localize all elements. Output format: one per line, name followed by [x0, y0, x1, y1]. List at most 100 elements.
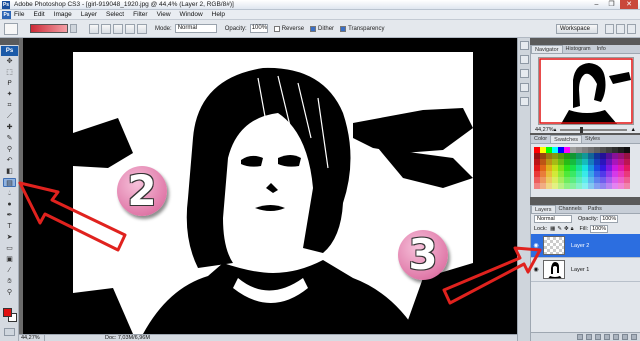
healing-brush-tool-icon[interactable]: ✚ — [3, 123, 16, 132]
path-selection-tool-icon[interactable]: ➤ — [3, 233, 16, 242]
navigator-zoom-row: 44,27% ▴ ▲ — [531, 125, 640, 135]
gradient-dropdown-icon[interactable] — [70, 24, 77, 33]
menu-select[interactable]: Select — [106, 11, 124, 18]
layer-row-layer-2[interactable]: ◉ Layer 2 — [531, 234, 640, 258]
diamond-gradient-icon[interactable] — [137, 23, 147, 34]
angle-gradient-icon[interactable] — [113, 23, 123, 34]
crop-tool-icon[interactable]: ⌗ — [3, 101, 16, 110]
document-canvas[interactable] — [23, 38, 518, 334]
zoom-in-icon[interactable]: ▲ — [631, 127, 636, 133]
actions-panel-icon[interactable] — [520, 55, 529, 64]
menu-filter[interactable]: Filter — [133, 11, 147, 18]
brush-tool-icon[interactable]: ✎ — [3, 134, 16, 143]
reverse-checkbox[interactable] — [273, 25, 280, 32]
layer-row-layer-1[interactable]: ◉ Layer 1 — [531, 258, 640, 282]
marquee-tool-icon[interactable]: ⬚ — [3, 68, 16, 77]
menu-file[interactable]: File — [14, 11, 24, 18]
blend-mode-select[interactable]: Normal — [534, 215, 572, 223]
menu-help[interactable]: Help — [212, 11, 225, 18]
tab-channels[interactable]: Channels — [556, 205, 585, 213]
zoom-tool-icon[interactable]: ⚲ — [3, 288, 16, 297]
type-tool-icon[interactable]: T — [3, 222, 16, 231]
foreground-color-swatch[interactable] — [3, 308, 12, 317]
quick-mask-button[interactable] — [4, 328, 15, 336]
link-layers-icon[interactable] — [577, 334, 583, 340]
menu-window[interactable]: Window — [180, 11, 203, 18]
layer-comps-icon[interactable] — [627, 24, 636, 34]
gradient-tool-icon[interactable]: ▤ — [3, 178, 16, 187]
menu-edit[interactable]: Edit — [33, 11, 44, 18]
dodge-tool-icon[interactable]: ● — [3, 200, 16, 209]
workspace-button[interactable]: Workspace — [556, 24, 598, 34]
tab-paths[interactable]: Paths — [585, 205, 605, 213]
ps-menu-icon[interactable]: Ps — [2, 10, 11, 19]
menu-view[interactable]: View — [157, 11, 171, 18]
eye-icon[interactable]: ◉ — [531, 266, 541, 273]
tab-histogram[interactable]: Histogram — [563, 45, 594, 53]
slice-tool-icon[interactable]: ⟋ — [3, 112, 16, 121]
layers-opacity-input[interactable]: 100% — [600, 215, 619, 223]
tab-navigator[interactable]: Navigator — [531, 45, 563, 53]
history-panel-icon[interactable] — [520, 41, 529, 50]
new-layer-icon[interactable] — [622, 334, 628, 340]
fill-input[interactable]: 100% — [590, 225, 609, 233]
blur-tool-icon[interactable]: 💧︎ — [3, 189, 16, 198]
layer-name[interactable]: Layer 1 — [571, 267, 589, 273]
swatch-cell[interactable] — [624, 183, 630, 189]
layer-mask-icon[interactable] — [595, 334, 601, 340]
eye-icon[interactable]: ◉ — [531, 242, 541, 249]
color-swatches[interactable] — [3, 308, 17, 322]
restore-button[interactable]: ❐ — [605, 0, 618, 9]
history-brush-tool-icon[interactable]: ↶ — [3, 156, 16, 165]
tab-styles[interactable]: Styles — [582, 135, 603, 143]
move-tool-icon[interactable]: ✥ — [3, 57, 16, 66]
menu-layer[interactable]: Layer — [81, 11, 97, 18]
adjustment-layer-icon[interactable] — [604, 334, 610, 340]
pen-tool-icon[interactable]: ✒ — [3, 211, 16, 220]
notes-tool-icon[interactable]: ▣ — [3, 255, 16, 264]
layer-name[interactable]: Layer 2 — [571, 243, 589, 249]
zoom-out-icon[interactable]: ▴ — [554, 127, 557, 133]
tab-color[interactable]: Color — [531, 135, 550, 143]
tab-layers[interactable]: Layers — [531, 205, 556, 213]
swatch-grid[interactable] — [531, 144, 640, 192]
clone-stamp-tool-icon[interactable]: ⚲ — [3, 145, 16, 154]
eraser-tool-icon[interactable]: ◧ — [3, 167, 16, 176]
close-button[interactable]: ✕ — [620, 0, 638, 9]
linear-gradient-icon[interactable] — [89, 23, 99, 34]
brushes-panel-icon[interactable] — [605, 24, 614, 34]
gradient-picker[interactable] — [30, 24, 68, 33]
lock-all-icon[interactable]: 🔒︎ — [571, 226, 574, 233]
reflected-gradient-icon[interactable] — [125, 23, 135, 34]
mode-select[interactable]: Normal — [174, 24, 217, 33]
lock-transparency-icon[interactable]: ▦ — [550, 226, 555, 232]
minimize-button[interactable]: – — [590, 0, 603, 9]
menu-image[interactable]: Image — [54, 11, 72, 18]
tool-presets-icon[interactable] — [616, 24, 625, 34]
radial-gradient-icon[interactable] — [101, 23, 111, 34]
magic-wand-tool-icon[interactable]: ✦ — [3, 90, 16, 99]
tool-preset-picker[interactable] — [4, 22, 18, 35]
new-group-icon[interactable] — [613, 334, 619, 340]
navigator-thumbnail[interactable] — [537, 57, 634, 125]
delete-layer-icon[interactable] — [631, 334, 637, 340]
opacity-input[interactable]: 100% — [249, 24, 268, 33]
shape-tool-icon[interactable]: ▭ — [3, 244, 16, 253]
lock-position-icon[interactable]: ✥ — [564, 226, 569, 232]
navigator-zoom-value[interactable]: 44,27% — [535, 127, 554, 133]
brushes-dock-icon[interactable] — [520, 69, 529, 78]
layer-style-icon[interactable] — [586, 334, 592, 340]
lasso-tool-icon[interactable]: ᑭ — [3, 79, 16, 88]
status-zoom[interactable]: 44,27% — [19, 335, 45, 341]
eyedropper-tool-icon[interactable]: ⁄ — [3, 266, 16, 275]
character-panel-icon[interactable] — [520, 97, 529, 106]
transparency-checkbox[interactable] — [340, 25, 347, 32]
dither-checkbox[interactable] — [310, 25, 317, 32]
navigator-zoom-slider[interactable] — [560, 127, 627, 133]
hand-tool-icon[interactable]: ✋︎ — [3, 277, 16, 286]
lock-image-icon[interactable]: ✎ — [557, 226, 562, 232]
canvas-area[interactable]: 44,27% Doc: 7,03M/6,96M — [19, 38, 530, 341]
tab-swatches[interactable]: Swatches — [550, 135, 583, 143]
tab-info[interactable]: Info — [594, 45, 609, 53]
clone-source-icon[interactable] — [520, 83, 529, 92]
